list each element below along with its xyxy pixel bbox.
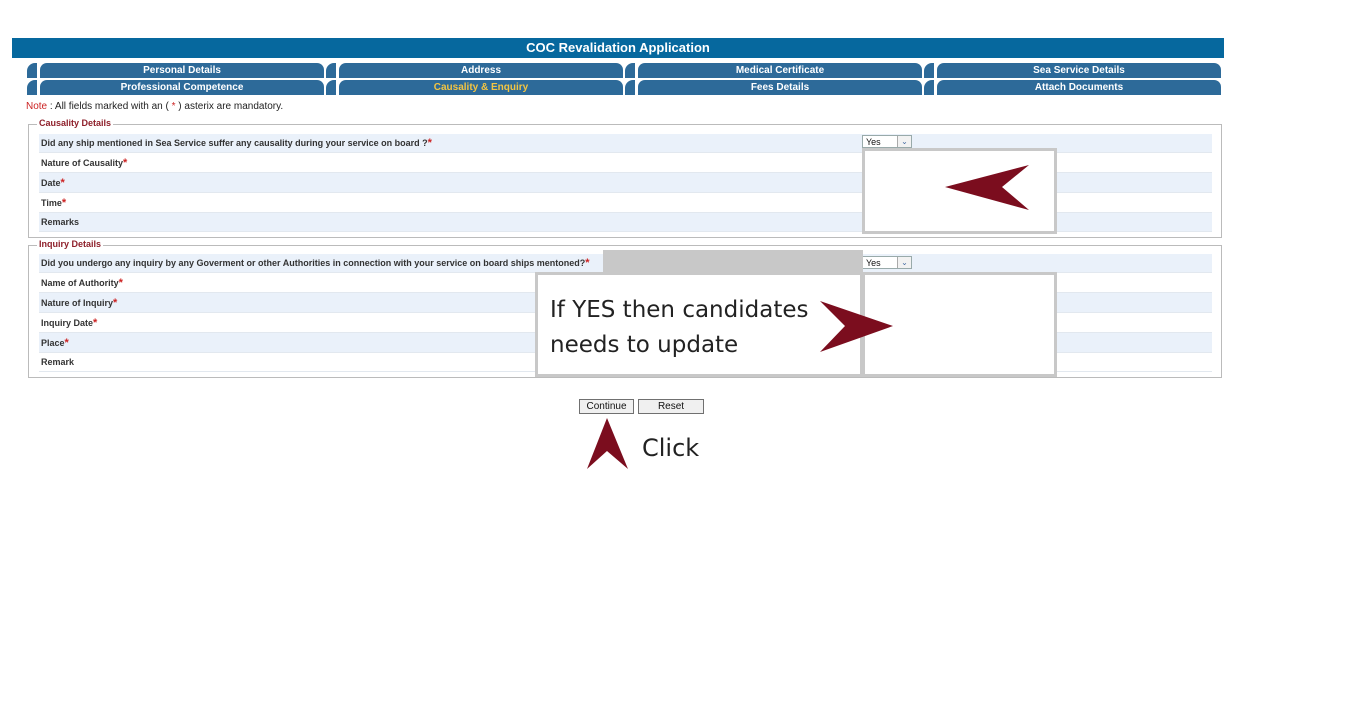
tab-label: Address <box>460 65 501 76</box>
note-text-1: : All fields marked with an ( <box>47 101 172 112</box>
inquiry-question: Did you undergo any inquiry by any Gover… <box>41 258 586 268</box>
tab-causality-enquiry[interactable]: Causality & Enquiry <box>326 80 623 95</box>
tab-professional-competence[interactable]: Professional Competence <box>27 80 324 95</box>
tab-edge <box>625 63 635 78</box>
required-star: * <box>585 257 590 269</box>
field-label: Nature of Causality <box>41 158 124 168</box>
tab-sea-service-details[interactable]: Sea Service Details <box>924 63 1221 78</box>
tab-edge <box>924 80 934 95</box>
tab-edge <box>27 63 37 78</box>
causality-legend: Causality Details <box>37 118 114 128</box>
field-label: Place <box>41 338 65 348</box>
required-star: * <box>64 337 69 349</box>
tab-fees-details[interactable]: Fees Details <box>625 80 922 95</box>
arrow-up-icon <box>587 418 628 469</box>
tab-edge <box>924 63 934 78</box>
tab-edge <box>326 80 336 95</box>
callout-line-2: needs to update <box>550 332 739 358</box>
required-star: * <box>93 317 98 329</box>
field-label: Remark <box>41 357 75 367</box>
tab-medical-certificate[interactable]: Medical Certificate <box>625 63 922 78</box>
required-star: * <box>60 177 65 189</box>
continue-button[interactable]: Continue <box>579 399 634 414</box>
field-label: Name of Authority <box>41 278 119 288</box>
tab-address[interactable]: Address <box>326 63 623 78</box>
field-label: Date <box>41 178 61 188</box>
required-star: * <box>123 157 128 169</box>
inquiry-legend: Inquiry Details <box>37 239 104 249</box>
mandatory-note: Note : All fields marked with an ( * ) a… <box>26 101 283 112</box>
select-value: Yes <box>866 258 881 268</box>
required-star: * <box>118 277 123 289</box>
tab-label: Fees Details <box>750 82 810 93</box>
tab-edge <box>625 80 635 95</box>
tab-label: Personal Details <box>143 65 221 76</box>
annotation-callout: If YES then candidates needs to update <box>535 272 863 377</box>
tab-personal-details[interactable]: Personal Details <box>27 63 324 78</box>
note-prefix: Note <box>26 101 48 112</box>
page-title: COC Revalidation Application <box>12 38 1224 58</box>
inquiry-select[interactable]: Yes ⌄ <box>862 256 912 269</box>
causality-question: Did any ship mentioned in Sea Service su… <box>41 138 428 148</box>
chevron-down-icon: ⌄ <box>897 136 911 147</box>
tab-edge <box>27 80 37 95</box>
required-star: * <box>113 297 118 309</box>
tab-label: Professional Competence <box>120 82 244 93</box>
required-star: * <box>427 137 432 149</box>
tab-label: Causality & Enquiry <box>433 82 529 93</box>
tab-label: Medical Certificate <box>735 65 825 76</box>
field-label: Nature of Inquiry <box>41 298 114 308</box>
chevron-down-icon: ⌄ <box>897 257 911 268</box>
arrow-left-icon <box>945 165 1029 210</box>
tab-edge <box>326 63 336 78</box>
note-text-2: ) asterix are mandatory. <box>175 101 284 112</box>
arrow-right-icon <box>820 301 893 352</box>
select-value: Yes <box>866 137 881 147</box>
tab-label: Sea Service Details <box>1033 65 1125 76</box>
tab-label: Attach Documents <box>1034 82 1124 93</box>
callout-line-1: If YES then candidates <box>550 297 809 323</box>
reset-button[interactable]: Reset <box>638 399 704 414</box>
field-label: Time <box>41 198 62 208</box>
required-star: * <box>61 197 67 209</box>
field-label: Inquiry Date <box>41 318 94 328</box>
tab-attach-documents[interactable]: Attach Documents <box>924 80 1221 95</box>
field-label: Remarks <box>41 217 80 227</box>
click-label: Click <box>642 434 700 462</box>
causality-select[interactable]: Yes ⌄ <box>862 135 912 148</box>
